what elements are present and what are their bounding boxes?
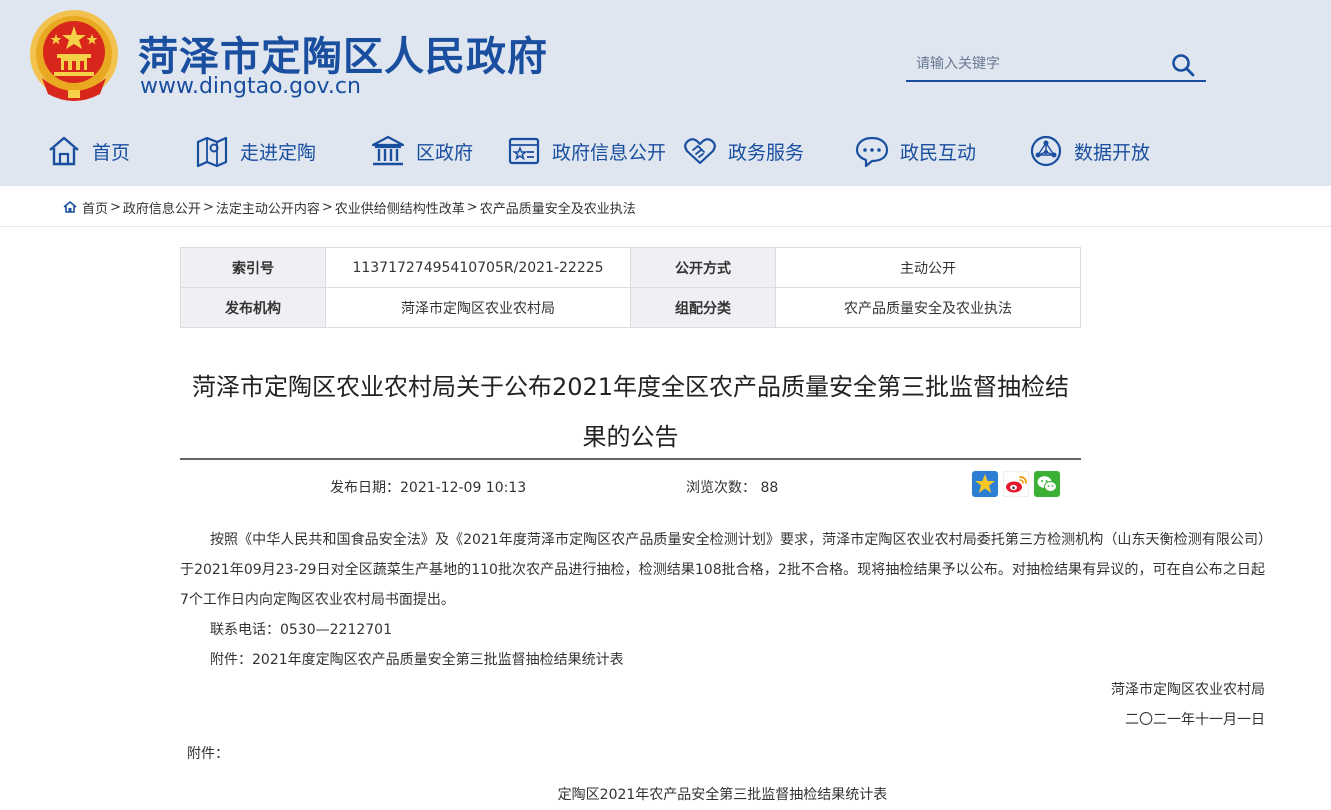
breadcrumb-quality-safety[interactable]: 农产品质量安全及农业执法	[480, 198, 636, 217]
qzone-star-icon[interactable]	[972, 471, 998, 497]
meta-row: 发布机构 菏泽市定陶区农业农村局 组配分类 农产品质量安全及农业执法	[180, 287, 1081, 328]
article-paragraph: 按照《中华人民共和国食品安全法》及《2021年度菏泽市定陶区农产品质量安全检测计…	[180, 532, 1265, 608]
wechat-icon[interactable]	[1034, 471, 1060, 497]
breadcrumb-divider	[0, 226, 1331, 227]
meta-row: 索引号 11371727495410705R/2021-22225 公开方式 主…	[180, 247, 1081, 288]
meta-category-label: 组配分类	[630, 287, 776, 328]
breadcrumb-separator: >	[466, 199, 478, 215]
nav-label-services: 政务服务	[728, 141, 805, 164]
search-input[interactable]	[916, 53, 1156, 75]
nav-label-district-gov: 区政府	[416, 141, 474, 164]
nav-item-open-data[interactable]: 数据开放	[1028, 126, 1150, 176]
nav-item-interaction[interactable]: 政民互动	[854, 126, 976, 176]
home-icon	[49, 136, 79, 166]
search-icon[interactable]	[1170, 52, 1196, 78]
article-title: 菏泽市定陶区农业农村局关于公布2021年度全区农产品质量安全第三批监督抽检结果的…	[191, 373, 1070, 451]
weibo-icon[interactable]	[1003, 471, 1029, 497]
attachment-table-title: 定陶区2021年农产品安全第三批监督抽检结果统计表	[557, 787, 888, 803]
meta-category-value: 农产品质量安全及农业执法	[775, 287, 1081, 328]
nav-label-open-data: 数据开放	[1074, 141, 1151, 164]
attachment-label: 附件：	[187, 746, 229, 762]
meta-disclosure-value: 主动公开	[775, 247, 1081, 288]
nav-item-home[interactable]: 首页	[46, 126, 130, 176]
meta-disclosure-label: 公开方式	[630, 247, 776, 288]
chat-bubble-icon	[855, 136, 889, 168]
title-divider	[180, 458, 1081, 460]
site-url: www.dingtao.gov.cn	[140, 74, 361, 99]
meta-publisher-value: 菏泽市定陶区农业农村局	[325, 287, 631, 328]
document-meta-table: 索引号 11371727495410705R/2021-22225 公开方式 主…	[180, 247, 1081, 328]
attachment-line: 附件：2021年度定陶区农产品质量安全第三批监督抽检结果统计表	[210, 652, 624, 668]
signature-date: 二〇二一年十一月一日	[1125, 712, 1265, 728]
meta-publisher-label: 发布机构	[180, 287, 326, 328]
breadcrumb-home[interactable]: 首页	[82, 198, 108, 217]
meta-index-label: 索引号	[180, 247, 326, 288]
info-board-icon	[508, 137, 540, 165]
site-header: 菏泽市定陶区人民政府 www.dingtao.gov.cn 首页 走进定陶	[0, 0, 1331, 186]
breadcrumb-separator: >	[202, 199, 214, 215]
main-nav: 首页 走进定陶 区政府 政府信息公开 政务服务 政民互动 数据开放	[0, 126, 1331, 176]
breadcrumb-separator: >	[110, 199, 121, 215]
breadcrumb-separator: >	[321, 199, 333, 215]
signature-org: 菏泽市定陶区农业农村局	[1111, 682, 1265, 698]
nav-label-interaction: 政民互动	[900, 141, 977, 164]
national-emblem-logo[interactable]	[28, 8, 120, 104]
publish-date: 发布日期：2021-12-09 10:13	[330, 480, 527, 496]
breadcrumb-info-disclosure[interactable]: 政府信息公开	[123, 198, 201, 217]
meta-index-value: 11371727495410705R/2021-22225	[325, 247, 631, 288]
nav-item-about[interactable]: 走进定陶	[194, 126, 316, 176]
map-icon	[196, 136, 228, 168]
nav-item-services[interactable]: 政务服务	[682, 126, 804, 176]
government-building-icon	[371, 135, 405, 166]
nav-label-about: 走进定陶	[240, 141, 317, 164]
nav-label-info-disclosure: 政府信息公开	[552, 141, 667, 164]
article-body: 按照《中华人民共和国食品安全法》及《2021年度菏泽市定陶区农产品质量安全检测计…	[180, 525, 1265, 735]
nav-item-info-disclosure[interactable]: 政府信息公开	[506, 126, 666, 176]
view-count: 浏览次数： 88	[686, 480, 779, 496]
breadcrumb: 首页 > 政府信息公开 > 法定主动公开内容 > 农业供给侧结构性改革 > 农产…	[62, 197, 636, 217]
network-globe-icon	[1030, 135, 1062, 167]
breadcrumb-agri-reform[interactable]: 农业供给侧结构性改革	[335, 198, 465, 217]
search-box	[906, 47, 1206, 82]
contact-phone: 联系电话：0530—2212701	[210, 622, 392, 638]
nav-label-home: 首页	[92, 141, 131, 164]
nav-item-district-gov[interactable]: 区政府	[370, 126, 473, 176]
handshake-icon	[684, 138, 716, 165]
breadcrumb-home-icon[interactable]	[62, 199, 78, 215]
breadcrumb-statutory-content[interactable]: 法定主动公开内容	[216, 198, 320, 217]
